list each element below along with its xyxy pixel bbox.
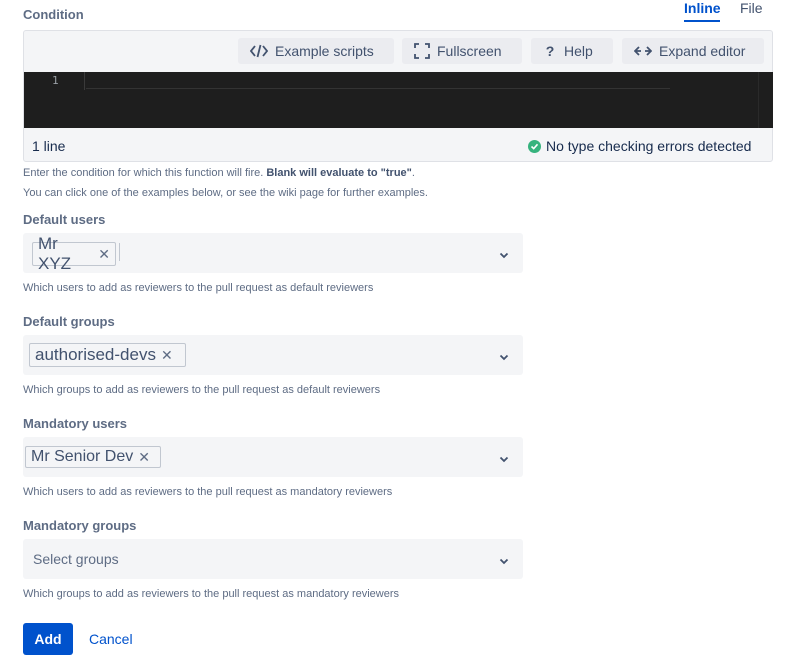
check-circle-icon bbox=[528, 139, 541, 153]
type-check-status: No type checking errors detected bbox=[528, 138, 751, 154]
tab-inline-underline bbox=[684, 20, 720, 22]
select-placeholder: Select groups bbox=[33, 551, 119, 567]
editor-scrollbar[interactable] bbox=[758, 72, 773, 128]
group-chip: authorised-devs ✕ bbox=[29, 343, 186, 367]
remove-chip-icon[interactable]: ✕ bbox=[98, 247, 110, 261]
mandatory-groups-label: Mandatory groups bbox=[23, 518, 137, 533]
code-editor[interactable] bbox=[24, 72, 772, 128]
chevron-down-icon bbox=[499, 553, 509, 571]
example-scripts-button[interactable]: Example scripts bbox=[238, 38, 394, 64]
line-number: 1 bbox=[52, 74, 59, 87]
chevron-down-icon bbox=[499, 247, 509, 265]
select-input-caret bbox=[119, 243, 122, 261]
code-icon bbox=[250, 43, 268, 59]
condition-help-bold: Blank will evaluate to "true" bbox=[266, 167, 412, 179]
user-chip: Mr XYZ ✕ bbox=[32, 234, 116, 273]
default-groups-select[interactable]: authorised-devs ✕ bbox=[23, 335, 523, 375]
tab-file[interactable]: File bbox=[740, 0, 763, 16]
condition-help-2: You can click one of the examples below,… bbox=[23, 187, 428, 199]
remove-chip-icon[interactable]: ✕ bbox=[161, 348, 173, 362]
user-chip-label: Mr XYZ bbox=[38, 234, 72, 273]
fullscreen-label: Fullscreen bbox=[437, 43, 502, 59]
expand-editor-label: Expand editor bbox=[659, 43, 746, 59]
line-count: 1 line bbox=[32, 138, 66, 154]
condition-help-1: Enter the condition for which this funct… bbox=[23, 167, 415, 179]
mandatory-users-label: Mandatory users bbox=[23, 416, 128, 431]
group-chip-label: authorised-devs bbox=[35, 345, 156, 364]
mandatory-groups-help: Which groups to add as reviewers to the … bbox=[23, 588, 400, 600]
mandatory-users-help: Which users to add as reviewers to the p… bbox=[23, 486, 393, 498]
chevron-down-icon bbox=[499, 451, 509, 469]
tab-inline[interactable]: Inline bbox=[684, 0, 721, 16]
expand-arrows-icon bbox=[634, 45, 652, 57]
editor-gutter-divider bbox=[84, 72, 85, 90]
user-chip-label: Mr Senior Dev bbox=[31, 448, 134, 465]
mandatory-groups-select[interactable]: Select groups bbox=[23, 539, 523, 579]
mandatory-users-select[interactable]: Mr Senior Dev ✕ bbox=[23, 437, 523, 477]
default-users-label: Default users bbox=[23, 212, 106, 227]
condition-help-text: Enter the condition for which this funct… bbox=[23, 167, 267, 179]
question-icon: ? bbox=[545, 43, 555, 59]
default-users-help: Which users to add as reviewers to the p… bbox=[23, 282, 374, 294]
cancel-button[interactable]: Cancel bbox=[89, 631, 133, 647]
default-groups-label: Default groups bbox=[23, 314, 115, 329]
add-button[interactable]: Add bbox=[23, 623, 73, 655]
expand-editor-button[interactable]: Expand editor bbox=[622, 38, 764, 64]
user-chip: Mr Senior Dev ✕ bbox=[25, 446, 161, 468]
current-line-highlight bbox=[86, 88, 670, 89]
fullscreen-icon bbox=[414, 43, 430, 59]
chevron-down-icon bbox=[499, 349, 509, 367]
type-check-text: No type checking errors detected bbox=[546, 138, 752, 154]
help-label: Help bbox=[564, 43, 593, 59]
condition-help-period: . bbox=[411, 167, 415, 179]
default-users-select[interactable]: Mr XYZ ✕ bbox=[23, 233, 523, 273]
example-scripts-label: Example scripts bbox=[275, 43, 374, 59]
fullscreen-button[interactable]: Fullscreen bbox=[402, 38, 522, 64]
default-groups-help: Which groups to add as reviewers to the … bbox=[23, 384, 381, 396]
help-button[interactable]: ? Help bbox=[531, 38, 613, 64]
condition-label: Condition bbox=[23, 7, 84, 22]
remove-chip-icon[interactable]: ✕ bbox=[138, 450, 150, 464]
